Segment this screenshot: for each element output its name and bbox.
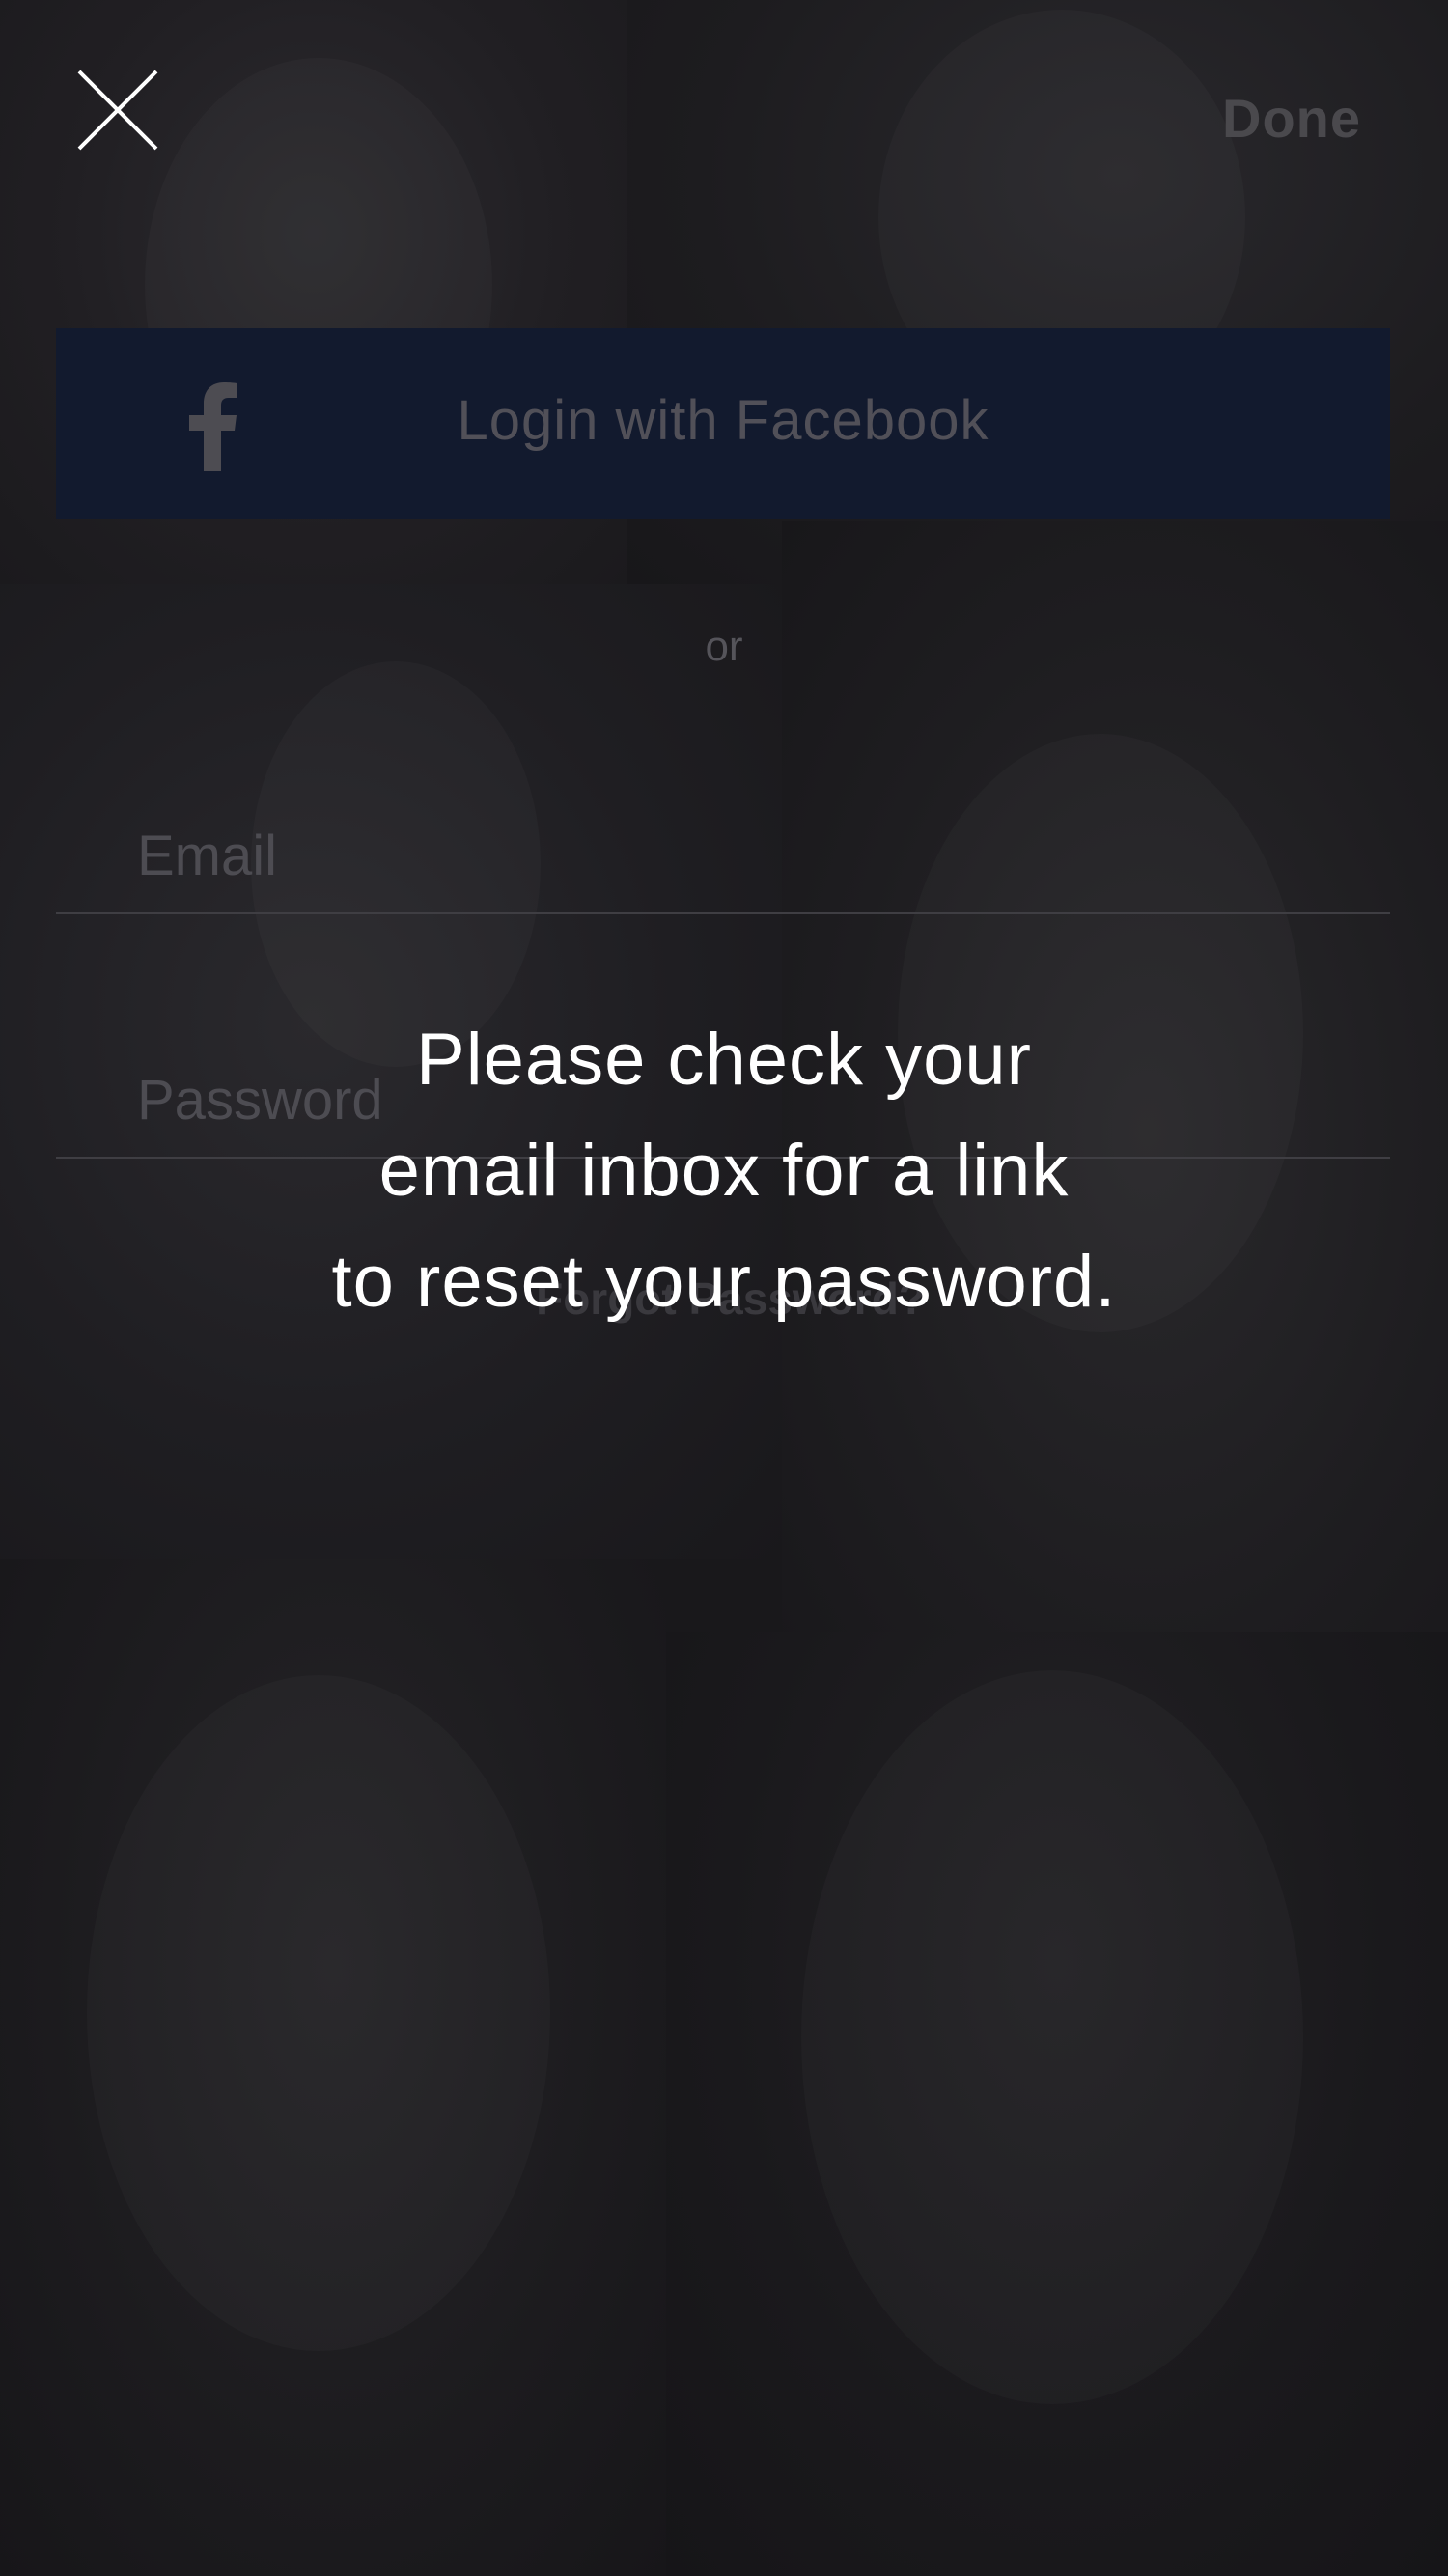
facebook-login-button[interactable]: Login with Facebook xyxy=(56,328,1390,519)
background-photo xyxy=(0,1559,666,2576)
facebook-login-label: Login with Facebook xyxy=(457,389,989,452)
background-photo xyxy=(666,1632,1448,2576)
close-button[interactable] xyxy=(75,68,160,153)
message-line: to reset your password. xyxy=(331,1241,1117,1323)
reset-password-message: Please check your email inbox for a link… xyxy=(145,1004,1303,1337)
close-icon xyxy=(77,70,158,151)
or-divider: or xyxy=(705,623,743,670)
message-line: email inbox for a link xyxy=(378,1130,1070,1212)
email-field xyxy=(56,797,1390,914)
email-input[interactable] xyxy=(135,816,1297,895)
message-line: Please check your xyxy=(416,1019,1032,1101)
login-screen: Done Login with Facebook or Forgot Passw… xyxy=(0,0,1448,2576)
done-button[interactable]: Done xyxy=(1222,87,1361,150)
